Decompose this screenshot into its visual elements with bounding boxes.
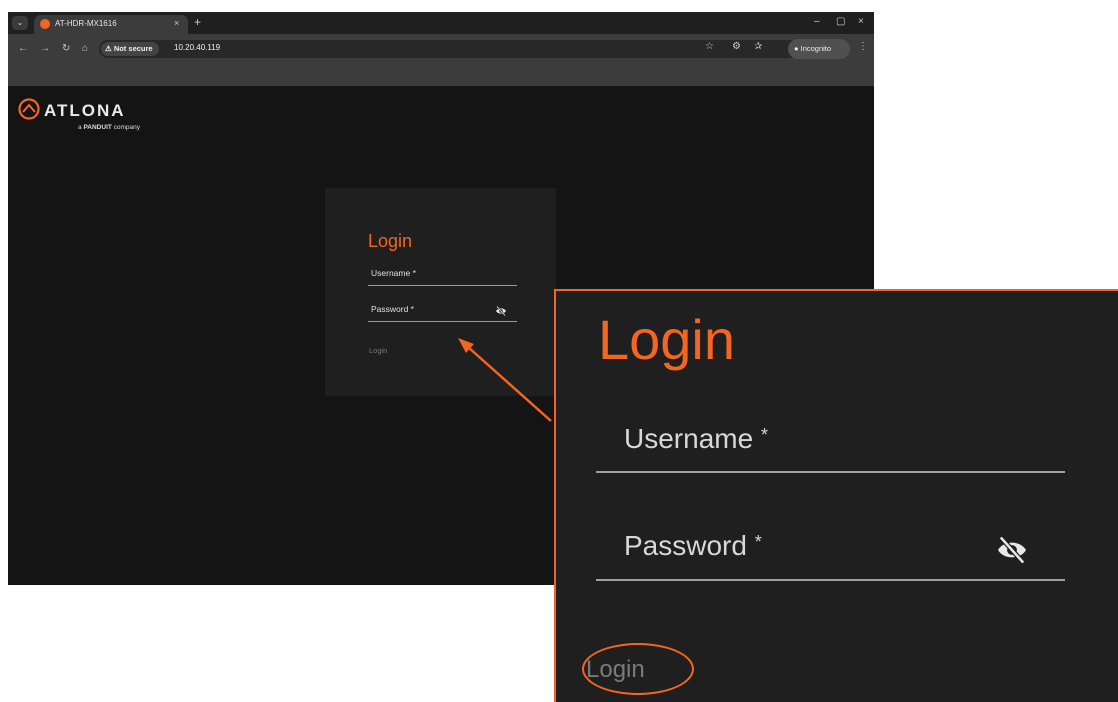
zoom-username-field[interactable]: Username * (596, 411, 1065, 473)
highlight-ring (582, 643, 694, 695)
zoom-password-required: * (754, 532, 762, 552)
zoom-username-required: * (760, 425, 768, 445)
screenshot-stage: ⌄ AT-HDR-MX1616 × + – ▢ × ← → ↻ ⌂ ⚠ Not … (0, 0, 1118, 702)
zoom-callout: Login Username * Password * Login (554, 289, 1118, 702)
eye-off-icon[interactable] (995, 536, 1029, 564)
zoom-password-label: Password * (624, 530, 762, 562)
zoom-username-label: Username * (624, 423, 768, 455)
zoom-login-title: Login (598, 308, 736, 371)
zoom-password-text: Password (624, 530, 747, 561)
zoom-username-text: Username (624, 423, 754, 454)
